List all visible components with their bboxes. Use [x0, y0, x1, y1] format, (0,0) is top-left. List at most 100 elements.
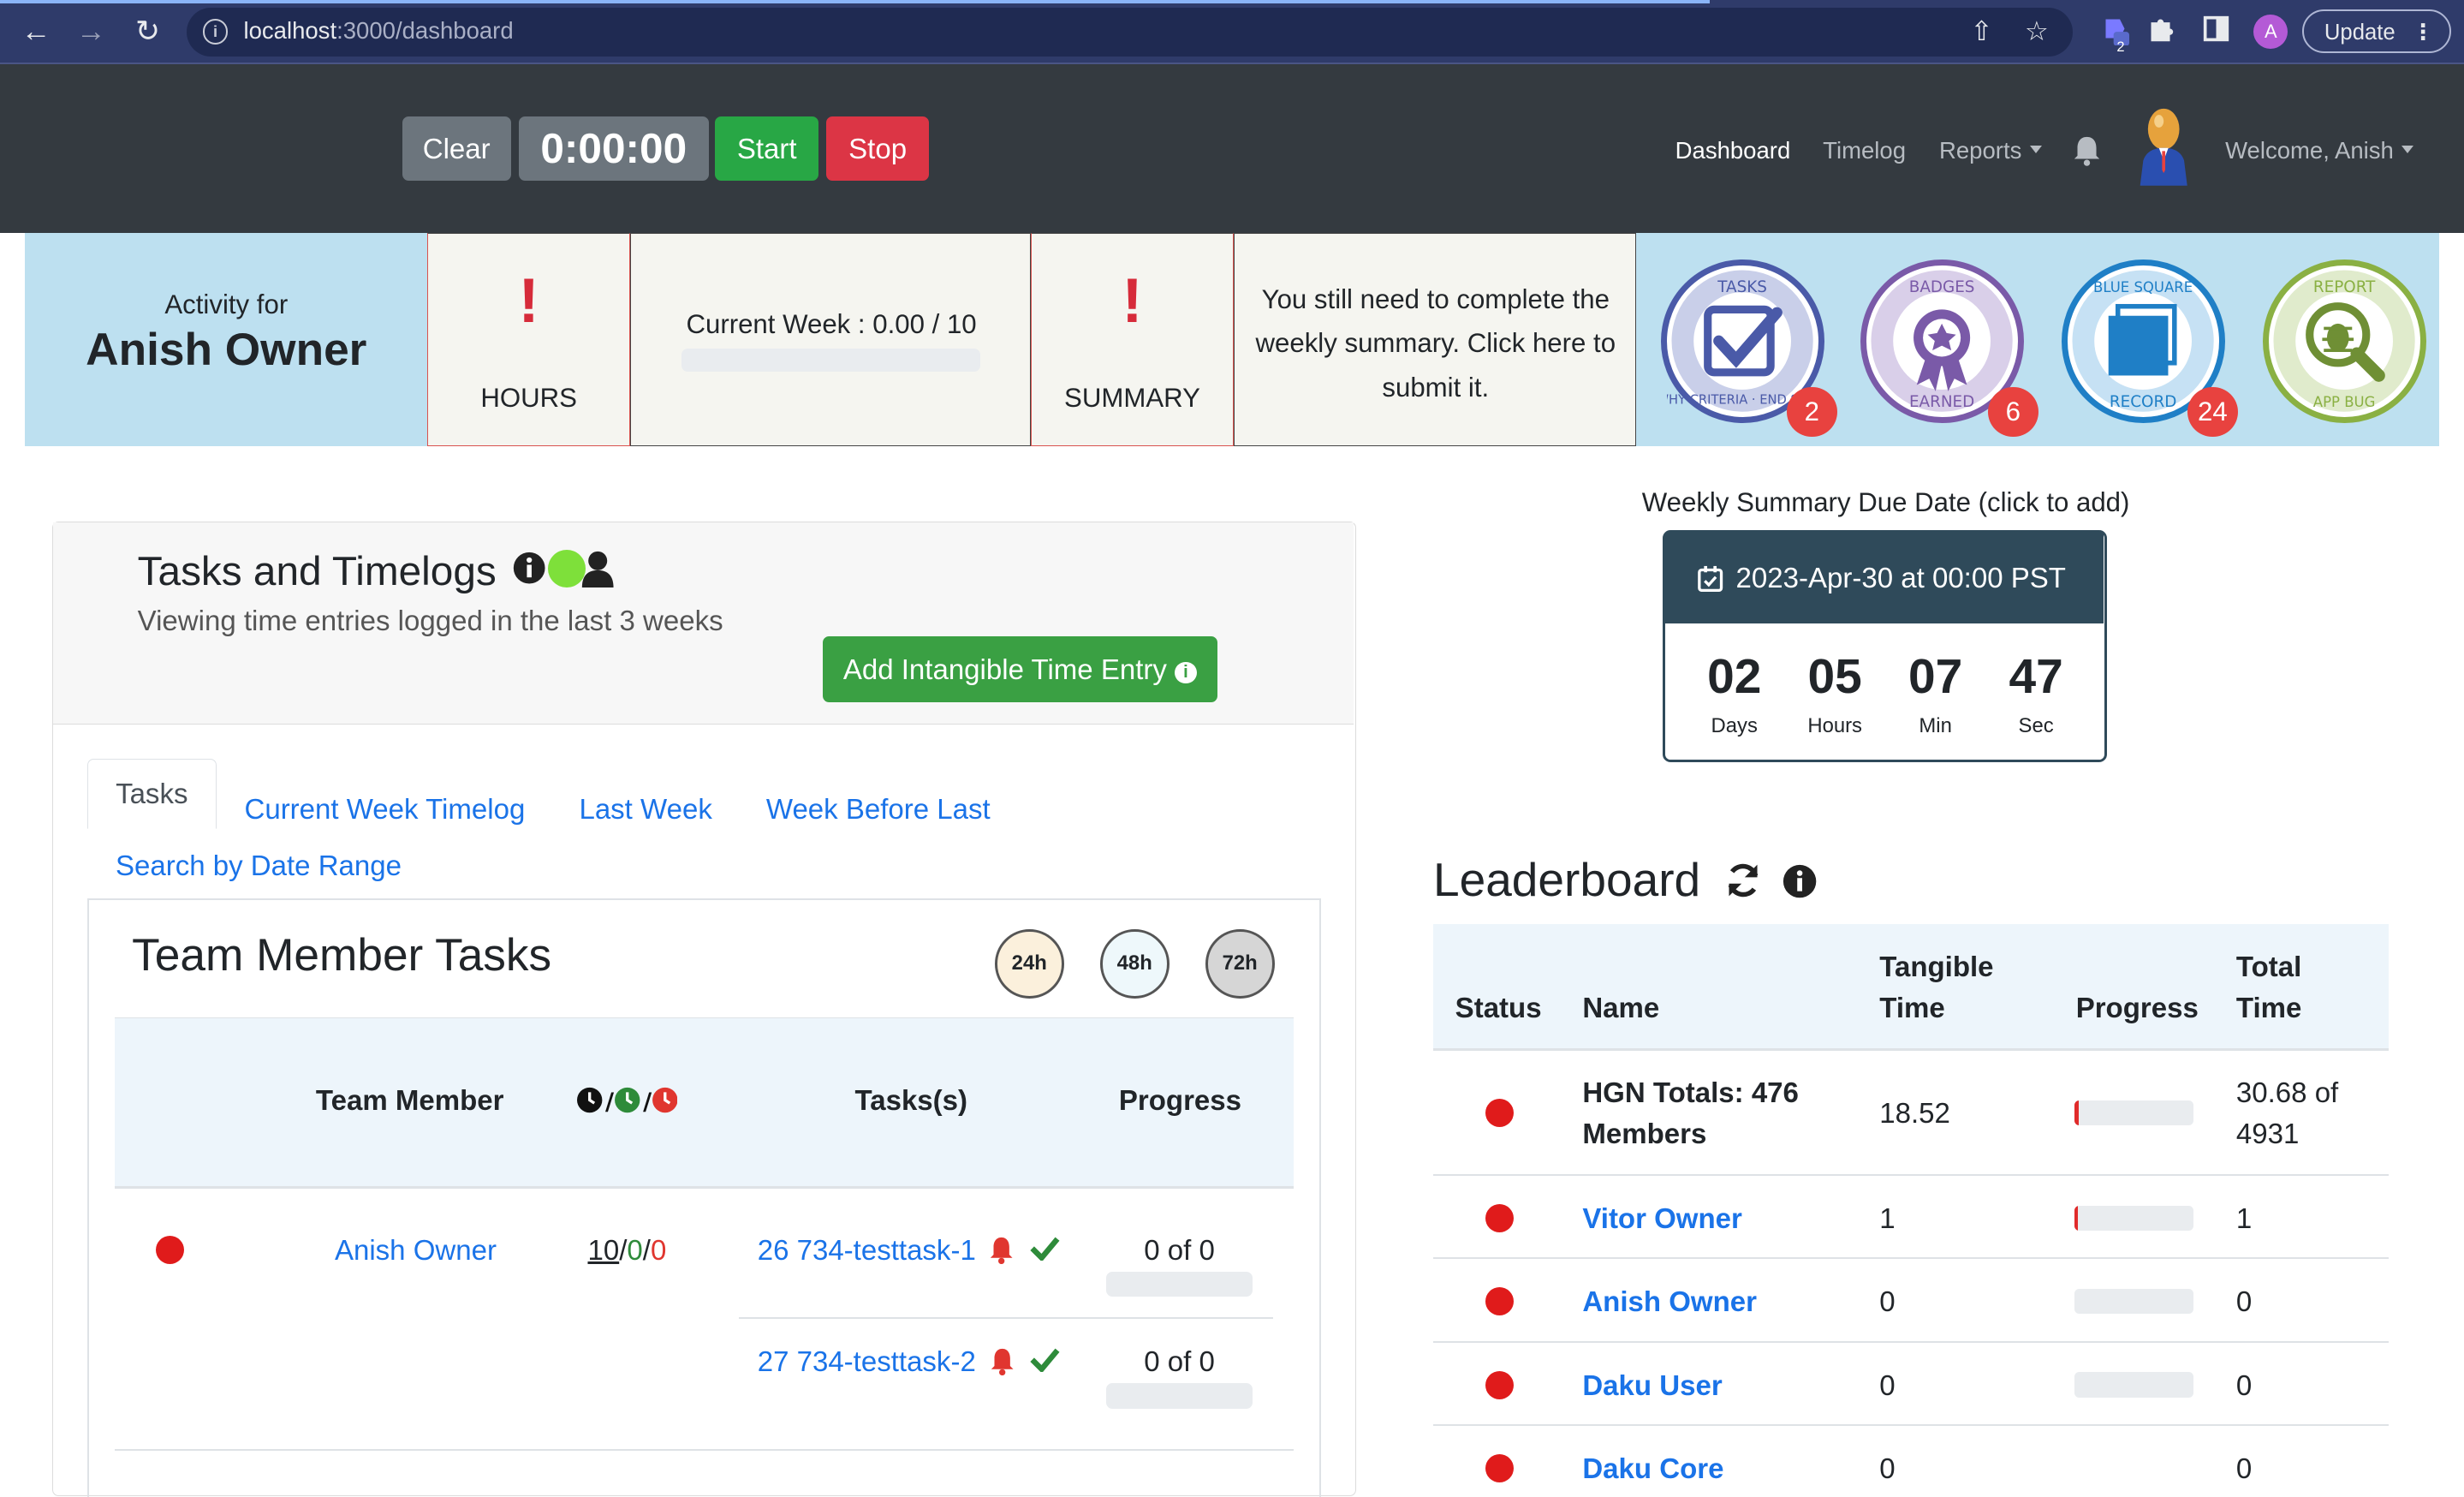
- reload-icon[interactable]: ↻: [129, 13, 167, 51]
- tab-pane-border: [86, 899, 89, 1497]
- address-bar[interactable]: i localhost:3000/dashboard ⇧ ☆: [187, 8, 2074, 57]
- share-icon[interactable]: ⇧: [1964, 15, 1998, 49]
- countdown-minutes: 07: [1908, 649, 1963, 705]
- nav-reports[interactable]: Reports: [1939, 137, 2042, 164]
- row-divider: [1432, 1174, 2389, 1176]
- hours-alert-box[interactable]: ! HOURS: [427, 232, 631, 447]
- nav-welcome-user[interactable]: Welcome, Anish: [2225, 137, 2414, 164]
- summary-label: SUMMARY: [1064, 383, 1200, 413]
- lb-total-time: 0: [2235, 1452, 2253, 1484]
- add-intangible-time-button[interactable]: Add Intangible Time Entry i: [822, 635, 1217, 702]
- hours-clock-icons: / /: [576, 1086, 678, 1121]
- blue-square-ring-text: BLUE SQUARE: [2093, 279, 2193, 295]
- stop-timer-button[interactable]: Stop: [826, 116, 929, 182]
- user-avatar[interactable]: [2137, 107, 2190, 186]
- bell-alert-icon[interactable]: [990, 1347, 1015, 1382]
- task-link[interactable]: 27 734-testtask-2: [758, 1345, 976, 1378]
- blue-square-count: 24: [2187, 386, 2238, 438]
- tasks-card-subtitle: Viewing time entries logged in the last …: [137, 604, 723, 636]
- lb-total-time: 1: [2235, 1202, 2253, 1235]
- current-week-progress-bar: [681, 348, 980, 373]
- browser-toolbar: ← → ↻ i localhost:3000/dashboard ⇧ ☆ 2 A…: [0, 0, 2464, 65]
- more-menu-icon[interactable]: ⋮: [2412, 11, 2434, 55]
- extension-icon[interactable]: 2: [2099, 15, 2134, 55]
- start-timer-button[interactable]: Start: [715, 116, 819, 182]
- lb-total-time-line2: 4931: [2235, 1118, 2300, 1150]
- report-bug-badge[interactable]: REPORT APP BUG: [2263, 259, 2426, 423]
- lb-total-time: 30.68 of: [2235, 1077, 2339, 1109]
- bookmark-star-icon[interactable]: ☆: [2020, 15, 2054, 49]
- bell-alert-icon[interactable]: [989, 1236, 1014, 1271]
- tab-week-before-last[interactable]: Week Before Last: [766, 793, 991, 826]
- tabs-divider: [86, 898, 1321, 900]
- leaderboard-header: [1432, 924, 2389, 1052]
- user-icon[interactable]: [580, 550, 615, 594]
- notification-bell-icon[interactable]: [2073, 135, 2101, 174]
- activity-user-name: Anish Owner: [86, 325, 367, 376]
- badges-earned-ring-text-bottom: EARNED: [1909, 393, 1974, 411]
- hours-remaining: 0: [650, 1233, 667, 1266]
- info-icon[interactable]: [1782, 863, 1818, 906]
- lb-column-total: Total: [2235, 951, 2302, 983]
- forward-arrow-icon[interactable]: →: [72, 13, 110, 51]
- site-info-icon[interactable]: i: [202, 19, 229, 45]
- tasks-badge-count: 2: [1786, 386, 1837, 438]
- tab-last-week[interactable]: Last Week: [579, 793, 711, 826]
- tab-tasks[interactable]: Tasks: [86, 758, 217, 830]
- filter-72h-button[interactable]: 72h: [1205, 928, 1275, 999]
- filter-24h-button[interactable]: 24h: [994, 928, 1064, 999]
- weekly-summary-message[interactable]: You still need to complete the weekly su…: [1244, 277, 1628, 409]
- weekly-summary-reminder[interactable]: You still need to complete the weekly su…: [1233, 232, 1636, 447]
- info-icon[interactable]: [512, 551, 546, 592]
- due-date-widget[interactable]: 2023-Apr-30 at 00:00 PST 02 Days 05 Hour…: [1662, 529, 2108, 763]
- lb-member-link[interactable]: Daku Core: [1582, 1452, 1723, 1485]
- add-intangible-time-label: Add Intangible Time Entry: [842, 653, 1167, 685]
- back-arrow-icon[interactable]: ←: [17, 13, 55, 51]
- tab-current-week-timelog[interactable]: Current Week Timelog: [244, 793, 525, 826]
- lb-progress-bar: [2074, 1289, 2194, 1315]
- nav-timelog[interactable]: Timelog: [1823, 137, 1906, 164]
- row-divider: [1432, 1257, 2389, 1260]
- page-load-progress: [0, 0, 1711, 3]
- profile-avatar[interactable]: A: [2253, 14, 2288, 49]
- filter-48h-button[interactable]: 48h: [1099, 928, 1170, 999]
- task-divider: [738, 1317, 1273, 1319]
- checkmark-icon[interactable]: [1029, 1347, 1061, 1379]
- summary-alert-box[interactable]: ! SUMMARY: [1031, 232, 1234, 447]
- due-date-caption[interactable]: Weekly Summary Due Date (click to add): [1572, 487, 2200, 518]
- task-link[interactable]: 26 734-testtask-1: [758, 1234, 976, 1267]
- side-panel-icon[interactable]: [2199, 15, 2233, 49]
- hours-alert-icon: !: [518, 265, 539, 337]
- tasks-card-header: Tasks and Timelogs Viewing time entries …: [52, 522, 1354, 725]
- countdown-days-label: Days: [1711, 714, 1758, 738]
- svg-text:/: /: [643, 1088, 652, 1115]
- lb-totals-name: HGN Totals: 476: [1582, 1077, 1799, 1109]
- lb-column-status: Status: [1455, 992, 1542, 1024]
- timer-display: 0:00:00: [518, 116, 709, 182]
- update-button[interactable]: Update ⋮: [2302, 9, 2452, 55]
- clear-timer-button[interactable]: Clear: [402, 116, 511, 182]
- checkmark-icon[interactable]: [1029, 1236, 1061, 1267]
- tab-search-by-date-range[interactable]: Search by Date Range: [116, 850, 402, 882]
- lb-tangible-time: 18.52: [1879, 1097, 1950, 1130]
- lb-member-link[interactable]: Daku User: [1582, 1369, 1722, 1402]
- nav-reports-label: Reports: [1939, 136, 2022, 164]
- hours-total[interactable]: 10: [587, 1234, 619, 1266]
- puzzle-extensions-icon[interactable]: [2144, 15, 2178, 49]
- lb-tangible-time: 0: [1879, 1285, 1896, 1318]
- lb-column-total-time: Time: [2235, 992, 2302, 1024]
- url-text[interactable]: localhost:3000/dashboard: [243, 17, 513, 45]
- info-icon[interactable]: i: [1175, 661, 1197, 684]
- column-team-member: Team Member: [315, 1084, 504, 1117]
- lb-member-link[interactable]: Anish Owner: [1582, 1285, 1757, 1318]
- status-green-dot-icon[interactable]: [547, 549, 586, 587]
- refresh-icon[interactable]: [1724, 862, 1762, 906]
- lb-member-link[interactable]: Vitor Owner: [1582, 1202, 1742, 1235]
- team-member-tasks-title: Team Member Tasks: [132, 929, 552, 981]
- status-red-dot: [1485, 1453, 1514, 1482]
- team-member-link[interactable]: Anish Owner: [335, 1234, 497, 1267]
- due-date-text: 2023-Apr-30 at 00:00 PST: [1735, 562, 2066, 594]
- row-divider: [1432, 1340, 2389, 1343]
- nav-dashboard[interactable]: Dashboard: [1675, 137, 1791, 164]
- lb-column-progress: Progress: [2075, 992, 2199, 1024]
